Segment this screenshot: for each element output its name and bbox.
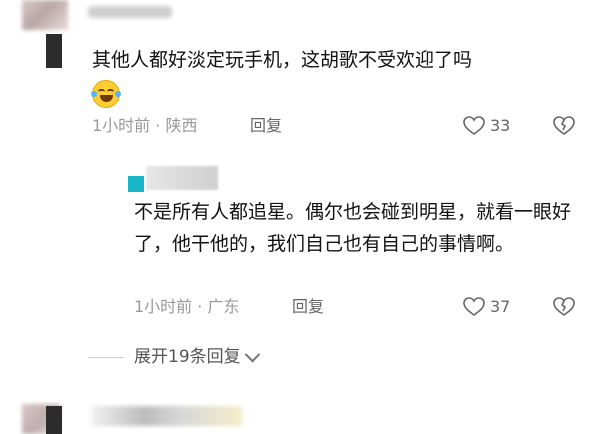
commenter-avatar-edge — [46, 34, 62, 68]
reply-meta: 1小时前 · 广东 — [134, 297, 240, 316]
next-commenter-avatar-edge — [46, 406, 62, 434]
chevron-down-icon — [244, 346, 260, 362]
expand-divider-line — [88, 356, 124, 358]
reply-like-count: 37 — [490, 297, 511, 316]
expand-replies-button[interactable]: 展开19条回复 — [88, 345, 260, 369]
replier-avatar[interactable] — [128, 176, 144, 192]
heart-icon[interactable] — [462, 295, 486, 319]
broken-heart-icon[interactable] — [552, 114, 576, 138]
broken-heart-icon[interactable] — [552, 295, 576, 319]
heart-icon[interactable] — [462, 114, 486, 138]
reply-reply-button[interactable]: 回复 — [292, 296, 324, 318]
laughing-tears-emoji-icon — [91, 80, 121, 108]
replier-name-blurred — [146, 166, 218, 190]
comment-text: 其他人都好淡定玩手机，这胡歌不受欢迎了吗 — [92, 49, 473, 71]
next-commenter-name-blurred — [92, 406, 242, 426]
expand-replies-label: 展开19条回复 — [134, 347, 241, 367]
reply-text: 不是所有人都追星。偶尔也会碰到明星，就看一眼好了，他干他的，我们自己也有自己的事… — [134, 201, 572, 255]
comment-reply-button[interactable]: 回复 — [250, 115, 282, 137]
comment-meta: 1小时前 · 陕西 — [92, 116, 198, 135]
comment-like-count: 33 — [490, 116, 511, 135]
commenter-name-blurred — [88, 6, 172, 18]
commenter-avatar[interactable] — [22, 0, 68, 30]
comment-thread: 其他人都好淡定玩手机，这胡歌不受欢迎了吗 1小时前 · 陕西 回复 33 不是所… — [0, 0, 600, 434]
